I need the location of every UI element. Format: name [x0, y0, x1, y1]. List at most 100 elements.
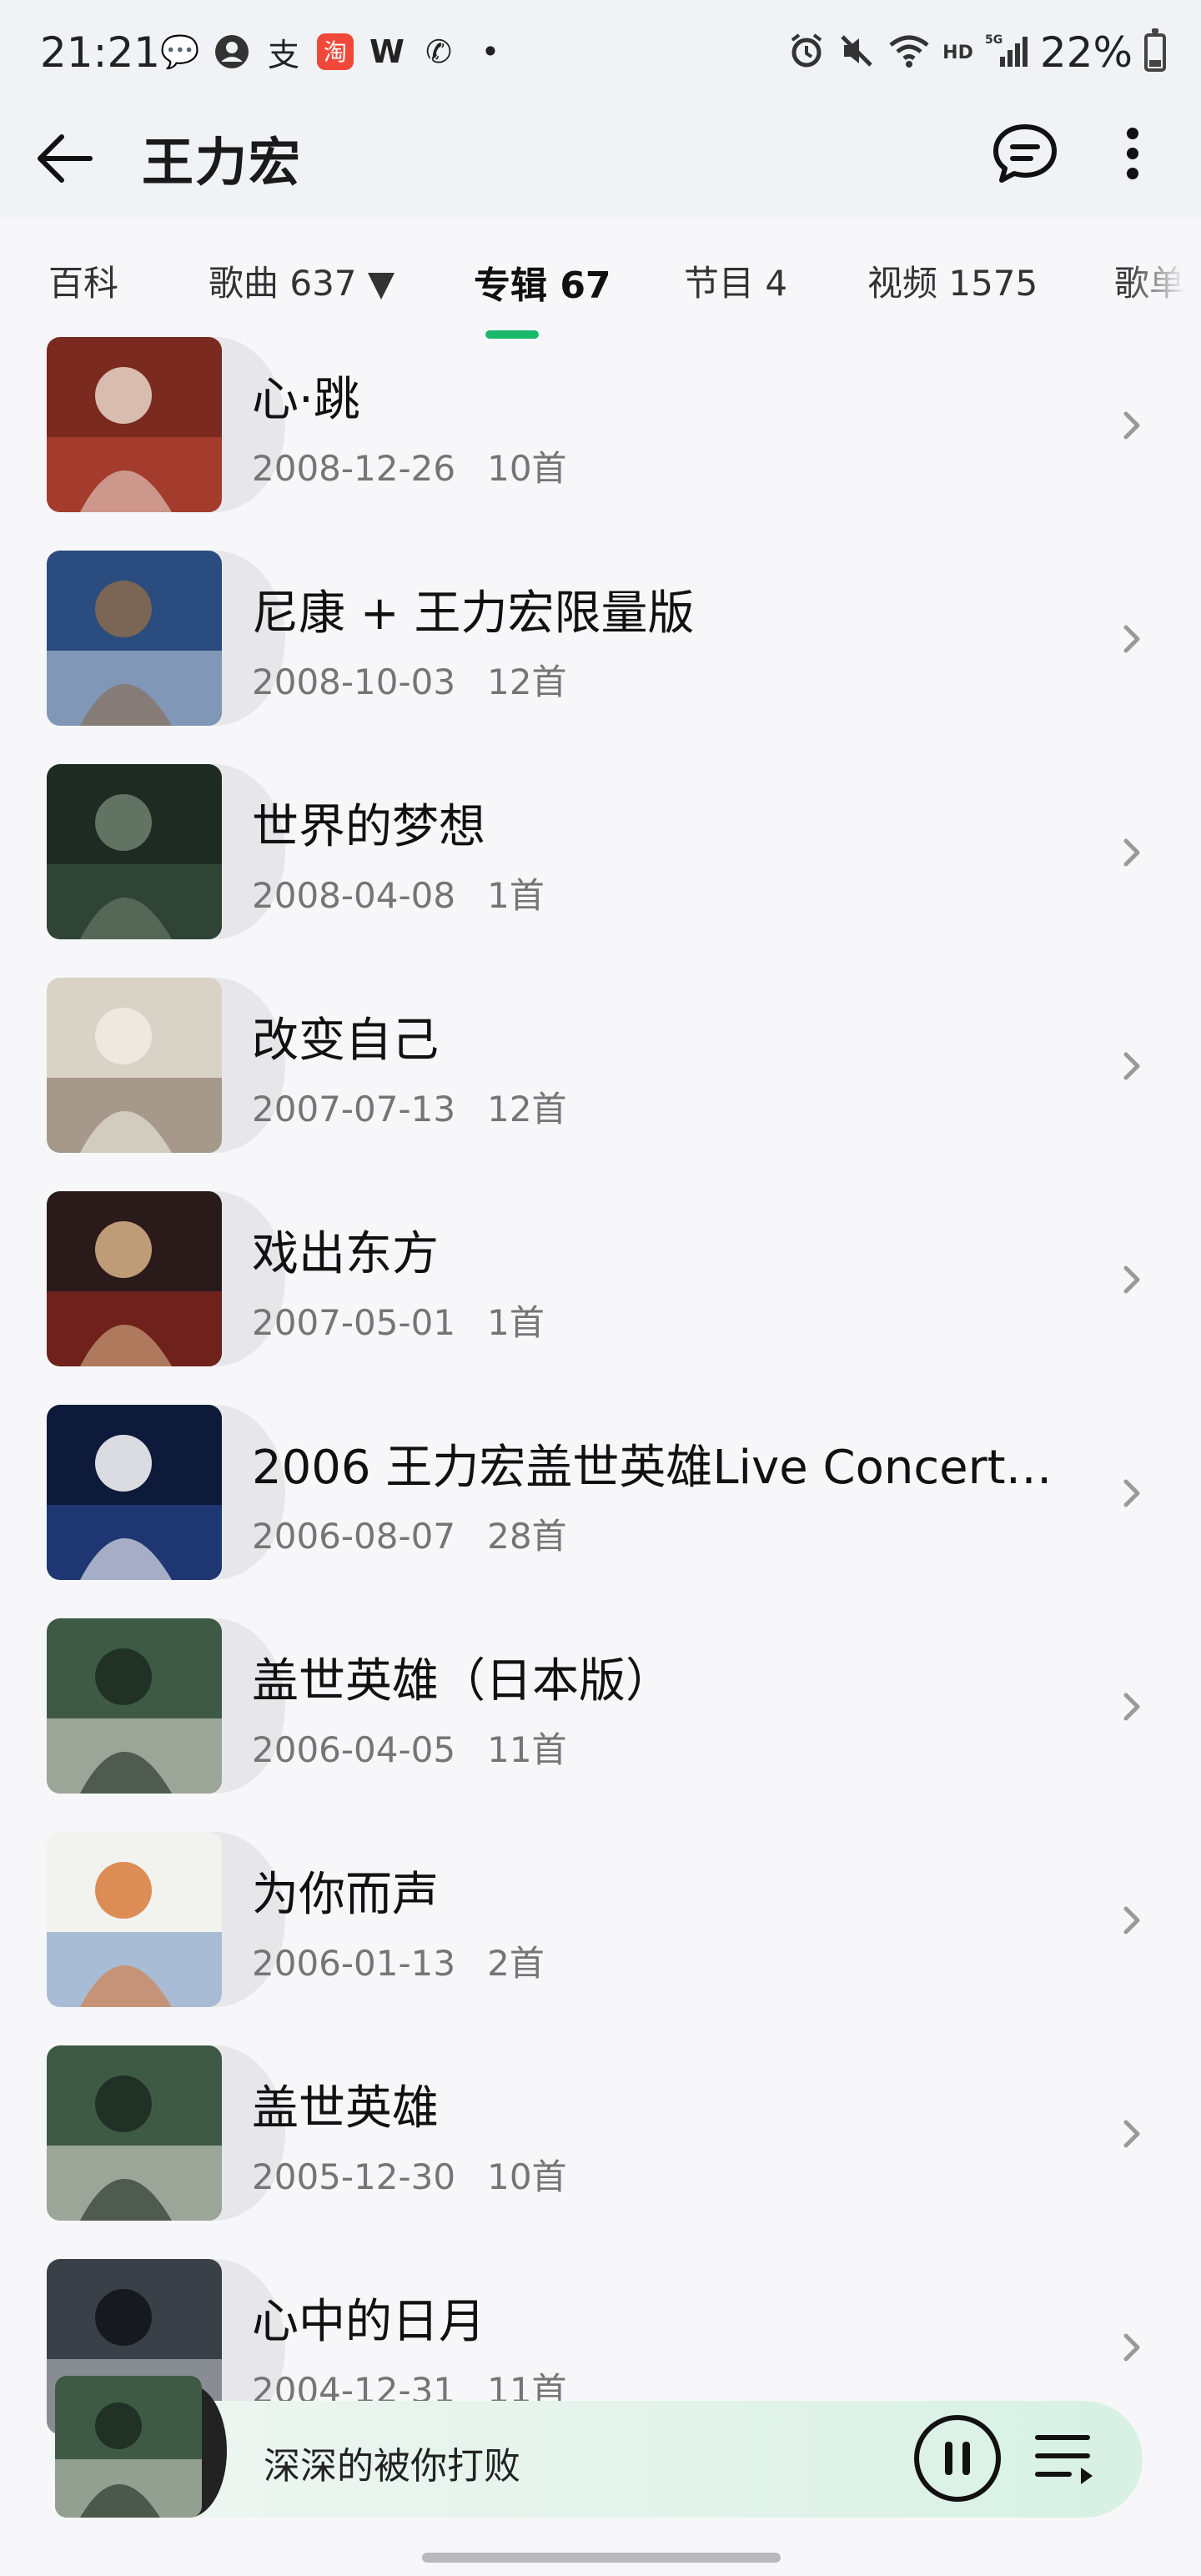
album-cover[interactable]	[47, 978, 222, 1153]
album-row[interactable]: 改变自己 2007-07-13 12首	[0, 978, 1201, 1188]
more-button[interactable]	[1109, 120, 1156, 187]
album-cover-wrap[interactable]	[47, 1191, 285, 1366]
tab-programs[interactable]: 节目 4	[684, 255, 787, 306]
chevron-right-icon[interactable]	[1118, 1690, 1146, 1723]
album-meta: 2008-12-26 10首	[252, 440, 567, 491]
album-release-date: 2006-08-07	[252, 1516, 456, 1557]
status-time: 21:21	[40, 28, 161, 77]
album-cover-art	[47, 337, 222, 512]
album-row[interactable]: 盖世英雄（日本版） 2006-04-05 11首	[0, 1618, 1201, 1829]
album-cover-art	[47, 764, 222, 939]
album-cover-wrap[interactable]	[47, 551, 285, 726]
album-release-date: 2008-12-26	[252, 448, 456, 489]
hd-icon: HD	[942, 42, 973, 63]
album-meta: 2005-12-30 10首	[252, 2149, 567, 2200]
album-cover-art	[47, 2045, 222, 2221]
album-cover[interactable]	[47, 764, 222, 939]
album-cover[interactable]	[47, 1405, 222, 1580]
chevron-right-icon[interactable]	[1118, 622, 1146, 656]
tab-songs[interactable]: 歌曲 637 ▼	[209, 255, 394, 306]
chevron-right-icon[interactable]	[1118, 1263, 1146, 1296]
album-title[interactable]: 改变自己	[252, 1003, 439, 1070]
chat-bubble-icon	[993, 124, 1057, 183]
album-track-count: 12首	[487, 662, 567, 702]
album-cover-wrap[interactable]	[47, 337, 285, 512]
5g-signal-icon: 5G	[985, 32, 1028, 73]
album-row[interactable]: 2006 王力宏盖世英雄Live Concert… 2006-08-07 28首	[0, 1405, 1201, 1615]
album-cover[interactable]	[47, 551, 222, 726]
system-icons: HD 5G 22%	[787, 28, 1166, 77]
album-track-count: 28首	[487, 1516, 567, 1557]
playlist-queue-button[interactable]	[1033, 2424, 1099, 2491]
album-row[interactable]: 心·跳 2008-12-26 10首	[0, 337, 1201, 547]
album-cover-wrap[interactable]	[47, 978, 285, 1153]
album-meta: 2006-04-05 11首	[252, 1722, 567, 1773]
album-cover-wrap[interactable]	[47, 764, 285, 939]
comments-button[interactable]	[989, 120, 1061, 187]
chevron-right-icon[interactable]	[1118, 1477, 1146, 1510]
album-cover[interactable]	[47, 337, 222, 512]
chevron-right-icon[interactable]	[1118, 2331, 1146, 2364]
album-row[interactable]: 世界的梦想 2008-04-08 1首	[0, 764, 1201, 974]
album-cover[interactable]	[47, 1832, 222, 2007]
album-title[interactable]: 心·跳	[252, 362, 360, 430]
tab-encyclopedia[interactable]: 百科	[48, 255, 118, 306]
chevron-right-icon[interactable]	[1118, 836, 1146, 869]
page-title: 王力宏	[142, 132, 303, 193]
chevron-right-icon[interactable]	[1118, 409, 1146, 442]
album-title[interactable]: 尼康 + 王力宏限量版	[252, 576, 695, 643]
album-cover-wrap[interactable]	[47, 1618, 285, 1794]
dot-icon: •	[480, 33, 500, 70]
battery-icon	[1144, 28, 1166, 72]
home-indicator[interactable]	[422, 2553, 781, 2563]
tab-albums[interactable]: 专辑 67	[474, 255, 611, 309]
album-track-count: 1首	[487, 875, 545, 916]
album-cover-wrap[interactable]	[47, 1405, 285, 1580]
album-title[interactable]: 心中的日月	[252, 2284, 485, 2352]
album-title[interactable]: 为你而声	[252, 1857, 439, 1924]
album-row[interactable]: 尼康 + 王力宏限量版 2008-10-03 12首	[0, 551, 1201, 761]
album-cover-art	[47, 978, 222, 1153]
album-title[interactable]: 盖世英雄	[252, 2070, 439, 2138]
more-vertical-icon	[1127, 128, 1138, 179]
album-track-count: 10首	[487, 448, 567, 489]
chevron-right-icon[interactable]	[1118, 2117, 1146, 2151]
w-icon: W	[369, 33, 405, 70]
player-cover[interactable]	[55, 2376, 202, 2518]
battery-percent: 22%	[1039, 28, 1133, 77]
now-playing-title[interactable]: 深深的被你打败	[264, 2436, 520, 2489]
phone-icon: ✆	[425, 33, 452, 70]
album-cover[interactable]	[47, 1191, 222, 1366]
album-cover-wrap[interactable]	[47, 2045, 285, 2221]
album-row[interactable]: 戏出东方 2007-05-01 1首	[0, 1191, 1201, 1401]
album-title[interactable]: 世界的梦想	[252, 789, 485, 857]
album-release-date: 2008-10-03	[252, 662, 456, 702]
chevron-right-icon[interactable]	[1118, 1049, 1146, 1083]
back-button[interactable]	[32, 125, 98, 192]
album-meta: 2008-10-03 12首	[252, 654, 567, 705]
album-title[interactable]: 戏出东方	[252, 1216, 439, 1284]
album-row[interactable]: 为你而声 2006-01-13 2首	[0, 1832, 1201, 2042]
tab-videos[interactable]: 视频 1575	[867, 255, 1038, 306]
person-icon	[212, 32, 252, 72]
album-cover[interactable]	[47, 1618, 222, 1794]
notification-icons: 💬 支 淘 W ✆ •	[160, 32, 510, 73]
chevron-right-icon[interactable]	[1118, 1904, 1146, 1937]
taobao-icon: 淘	[315, 32, 355, 72]
album-title[interactable]: 2006 王力宏盖世英雄Live Concert…	[252, 1430, 1053, 1497]
album-release-date: 2005-12-30	[252, 2156, 456, 2197]
mute-icon	[837, 32, 876, 73]
album-track-count: 10首	[487, 2156, 567, 2197]
album-title[interactable]: 盖世英雄（日本版）	[252, 1643, 672, 1711]
album-meta: 2008-04-08 1首	[252, 868, 545, 918]
album-cover[interactable]	[47, 2045, 222, 2221]
status-bar: 21:21 💬 支 淘 W ✆ • HD 5G 22%	[0, 0, 1201, 108]
album-cover-wrap[interactable]	[47, 1832, 285, 2007]
album-cover-art	[47, 1832, 222, 2007]
album-row[interactable]: 盖世英雄 2005-12-30 10首	[0, 2045, 1201, 2256]
album-meta: 2007-07-13 12首	[252, 1081, 567, 1132]
album-meta: 2006-08-07 28首	[252, 1508, 567, 1559]
player-cover-art	[55, 2376, 202, 2518]
pause-button[interactable]	[912, 2413, 1003, 2503]
album-cover-art	[47, 551, 222, 726]
